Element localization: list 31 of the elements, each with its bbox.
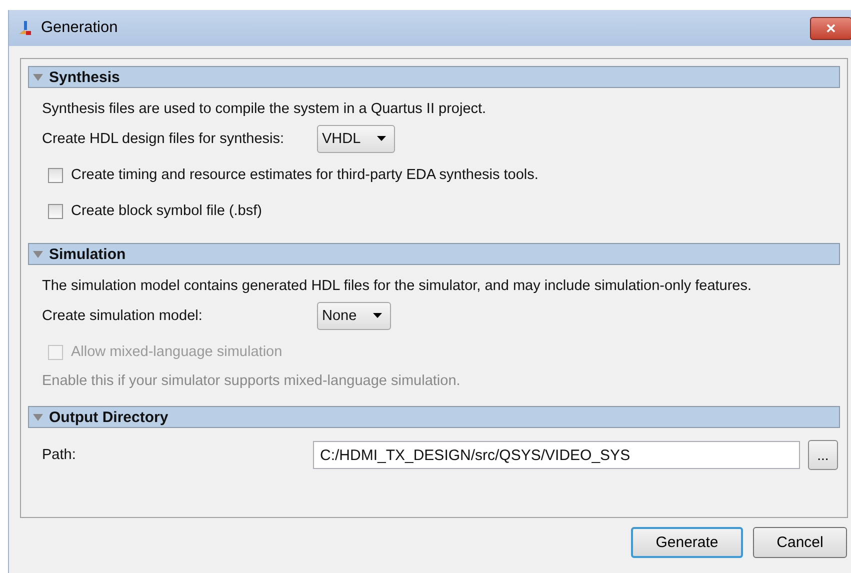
browse-button[interactable]: ... <box>808 440 838 470</box>
checkbox[interactable] <box>48 168 63 182</box>
collapse-icon[interactable] <box>33 74 43 80</box>
hint-text: Enable this if your simulator supports mixed-language simulation. <box>42 372 462 391</box>
section-header[interactable]: Output Directory <box>28 406 840 428</box>
section-header[interactable]: Simulation <box>28 243 840 265</box>
field-label: Create simulation model: <box>42 308 204 324</box>
app-icon <box>17 20 33 36</box>
checkbox-label: Create block symbol file (.bsf) <box>71 203 262 219</box>
window-title: Generation <box>41 19 119 37</box>
close-button[interactable]: ✕ <box>810 17 851 40</box>
checkbox[interactable] <box>48 204 63 218</box>
description-text: The simulation model contains generated HDL files for the simulator, and may include simulation-only features. <box>42 277 753 296</box>
field-label: Create HDL design files for synthesis: <box>42 130 286 146</box>
dropdown[interactable]: None <box>317 302 391 330</box>
path-field[interactable]: C:/HDMI_TX_DESIGN/src/QSYS/VIDEO_SYS <box>313 441 800 469</box>
collapse-icon[interactable] <box>33 250 43 258</box>
dialog-button[interactable]: Cancel <box>753 527 847 558</box>
section-title: Output Directory <box>49 408 168 426</box>
checkbox-label: Create timing and resource estimates for third-party EDA synthesis tools. <box>71 167 538 183</box>
section-title: Synthesis <box>49 68 120 86</box>
dropdown[interactable]: VHDL <box>317 124 395 152</box>
description-text: Synthesis files are used to compile the system in a Quartus II project. <box>42 100 488 119</box>
section-header[interactable]: Synthesis <box>28 66 840 88</box>
caret-icon <box>372 313 382 318</box>
checkbox-label: Allow mixed-language simulation <box>71 344 282 360</box>
collapse-icon[interactable] <box>33 414 43 420</box>
caret-icon <box>376 136 386 141</box>
dialog-button[interactable]: Generate <box>631 527 743 558</box>
field-label: Path: <box>42 447 77 463</box>
section-title: Simulation <box>49 246 126 262</box>
